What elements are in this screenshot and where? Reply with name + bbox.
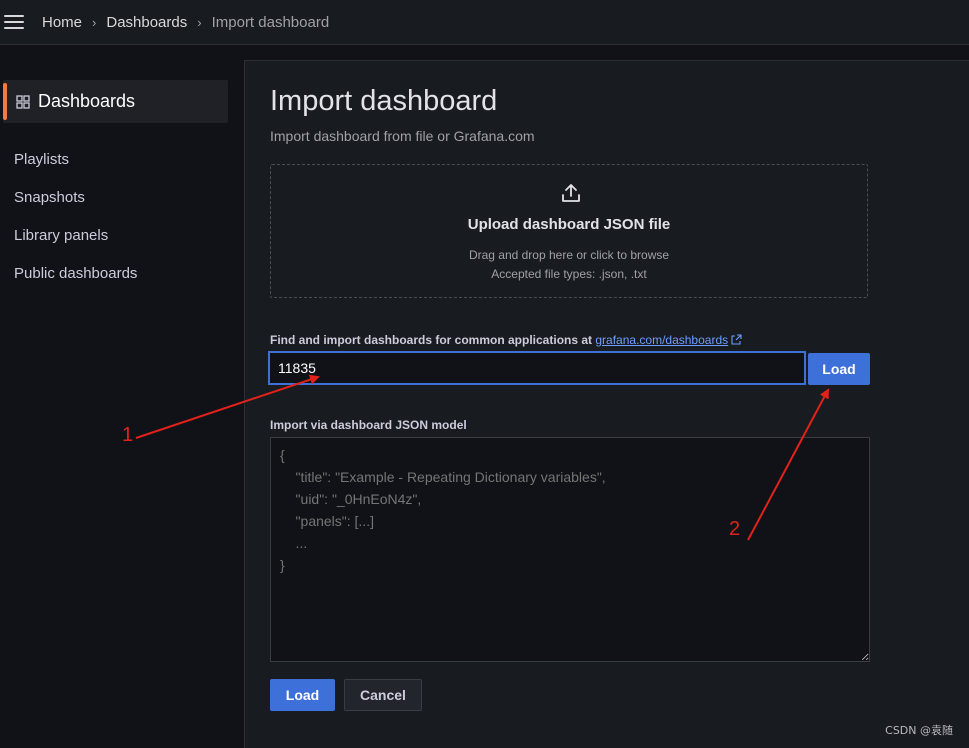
main-panel: Import dashboard Import dashboard from f… — [244, 60, 969, 748]
breadcrumb-home[interactable]: Home — [42, 14, 82, 31]
sidebar-item-playlists[interactable]: Playlists — [14, 151, 69, 168]
upload-dropzone[interactable]: Upload dashboard JSON file Drag and drop… — [270, 164, 868, 298]
load-id-button[interactable]: Load — [808, 353, 870, 385]
dashboard-id-input[interactable] — [268, 351, 806, 385]
watermark: CSDN @袁随 — [885, 724, 953, 737]
annotation-label-2: 2 — [729, 518, 741, 540]
sidebar-item-public-dashboards[interactable]: Public dashboards — [14, 265, 137, 282]
upload-hint: Drag and drop here or click to browse — [468, 248, 670, 262]
external-link-icon — [731, 334, 742, 345]
cancel-button[interactable]: Cancel — [344, 679, 422, 711]
page-title: Import dashboard — [270, 85, 498, 117]
annotation-label-1: 1 — [122, 424, 134, 446]
breadcrumb-separator: › — [197, 15, 202, 30]
upload-icon — [562, 184, 580, 202]
grafana-dashboards-link[interactable]: grafana.com/dashboards — [595, 333, 728, 347]
json-model-textarea[interactable] — [270, 437, 870, 662]
menu-icon[interactable] — [4, 15, 24, 29]
upload-accepted-types: Accepted file types: .json, .txt — [491, 267, 647, 281]
sidebar-item-library-panels[interactable]: Library panels — [14, 227, 108, 244]
grid-icon — [16, 95, 30, 109]
top-bar: Home › Dashboards › Import dashboard — [0, 0, 969, 45]
sidebar: Dashboards Playlists Snapshots Library p… — [0, 46, 240, 748]
sidebar-item-snapshots[interactable]: Snapshots — [14, 189, 85, 206]
find-label-text: Find and import dashboards for common ap… — [270, 333, 593, 347]
find-dashboards-label: Find and import dashboards for common ap… — [270, 333, 742, 347]
breadcrumb-separator: › — [92, 15, 97, 30]
sidebar-item-dashboards[interactable]: Dashboards — [3, 80, 228, 123]
sidebar-title: Dashboards — [38, 91, 136, 111]
page-subtitle: Import dashboard from file or Grafana.co… — [270, 128, 535, 144]
breadcrumb-dashboards[interactable]: Dashboards — [106, 14, 187, 31]
load-button[interactable]: Load — [270, 679, 335, 711]
json-model-label: Import via dashboard JSON model — [270, 418, 467, 432]
breadcrumb: Home › Dashboards › Import dashboard — [42, 14, 329, 31]
breadcrumb-current: Import dashboard — [211, 14, 330, 31]
upload-title: Upload dashboard JSON file — [467, 216, 671, 233]
